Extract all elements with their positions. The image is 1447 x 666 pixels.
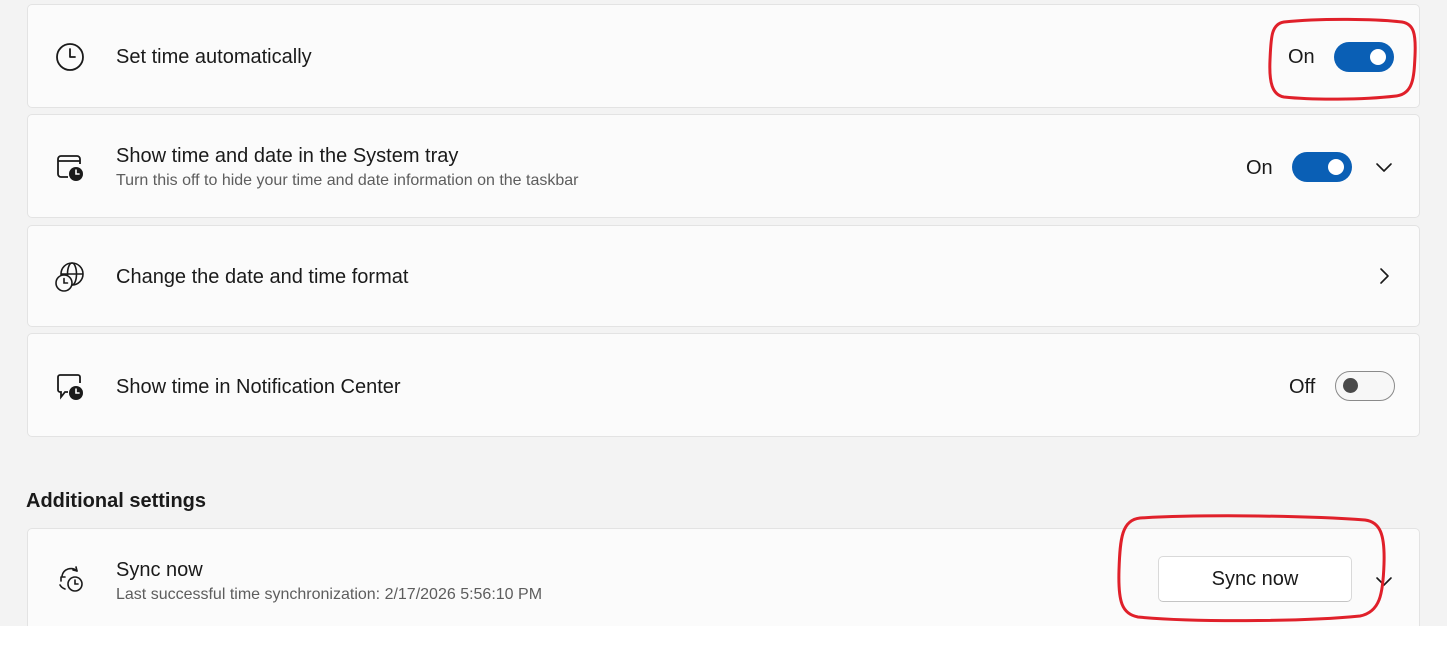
sync-now-row: Sync now Last successful time synchroniz… <box>27 528 1420 626</box>
show-time-notification-center-state: Off <box>1289 376 1316 398</box>
change-date-time-format-row[interactable]: Change the date and time format <box>27 225 1420 327</box>
chevron-down-icon[interactable] <box>1374 157 1394 177</box>
set-time-automatically-row: Set time automatically On <box>27 4 1420 108</box>
set-time-automatically-state: On <box>1288 46 1315 68</box>
show-time-system-tray-state: On <box>1246 157 1273 179</box>
toggle-knob <box>1343 378 1358 393</box>
clock-icon <box>54 41 86 73</box>
show-time-system-tray-row: Show time and date in the System tray Tu… <box>27 114 1420 218</box>
toggle-knob <box>1370 49 1386 65</box>
last-sync-status: Last successful time synchronization: 2/… <box>116 586 543 603</box>
toggle-knob <box>1328 159 1344 175</box>
settings-canvas: Set time automatically On Show time and … <box>0 0 1447 626</box>
show-time-system-tray-toggle[interactable] <box>1292 152 1352 182</box>
change-date-time-format-label: Change the date and time format <box>116 266 409 288</box>
set-time-automatically-toggle[interactable] <box>1334 42 1394 72</box>
chevron-down-icon[interactable] <box>1374 571 1394 591</box>
sync-now-label: Sync now <box>116 559 203 581</box>
chat-clock-icon <box>54 370 86 402</box>
calendar-clock-icon <box>54 151 86 183</box>
sync-clock-icon <box>54 563 86 595</box>
additional-settings-header: Additional settings <box>26 490 206 512</box>
show-time-system-tray-description: Turn this off to hide your time and date… <box>116 172 579 189</box>
show-time-notification-center-label: Show time in Notification Center <box>116 376 401 398</box>
show-time-system-tray-label: Show time and date in the System tray <box>116 145 459 167</box>
show-time-notification-center-row: Show time in Notification Center Off <box>27 333 1420 437</box>
show-time-notification-center-toggle[interactable] <box>1335 371 1395 401</box>
set-time-automatically-label: Set time automatically <box>116 46 312 68</box>
chevron-right-icon <box>1380 268 1389 284</box>
globe-clock-icon <box>54 261 86 293</box>
sync-now-button[interactable]: Sync now <box>1158 556 1352 602</box>
